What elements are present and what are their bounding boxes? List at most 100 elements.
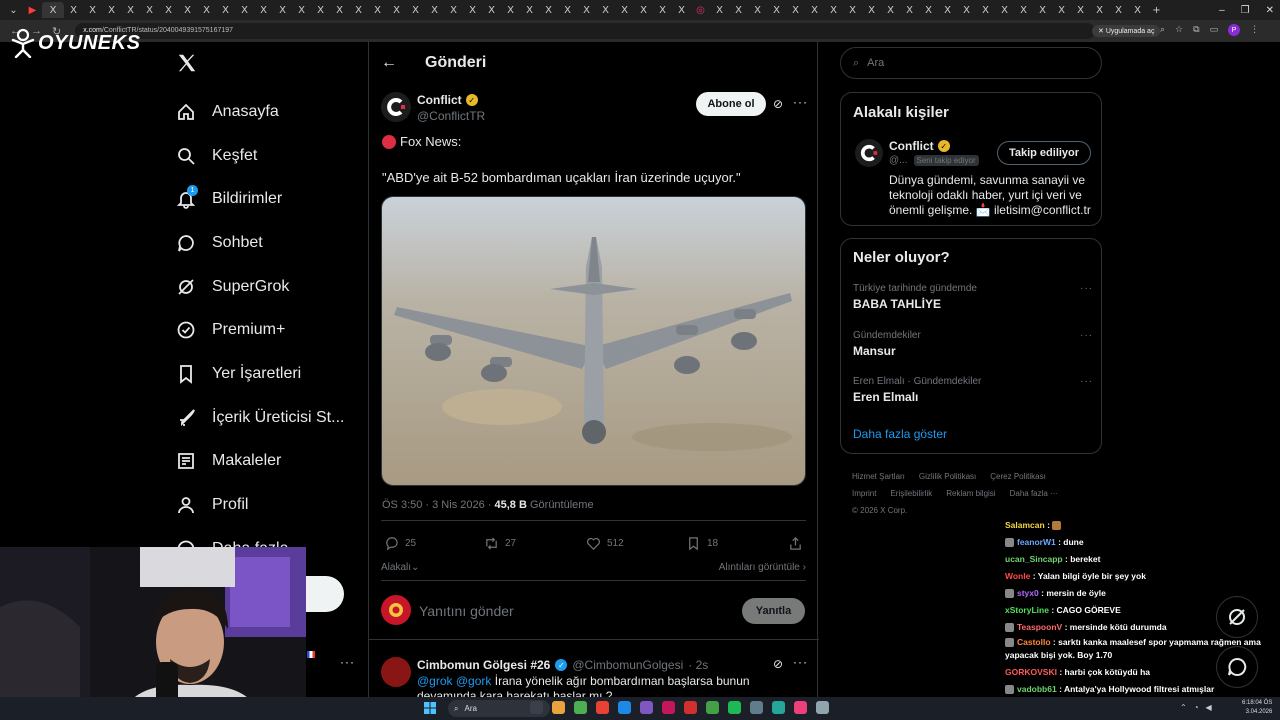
browser-tab[interactable]: X bbox=[463, 2, 482, 18]
zoom-icon[interactable]: ⌕ bbox=[1160, 24, 1165, 36]
browser-icon[interactable] bbox=[596, 701, 609, 714]
browser-tab[interactable]: X bbox=[824, 2, 843, 18]
browser-tab[interactable]: X bbox=[330, 2, 349, 18]
browser-tab[interactable]: X bbox=[976, 2, 995, 18]
browser-tab[interactable]: X bbox=[767, 2, 786, 18]
chrome-icon[interactable] bbox=[574, 701, 587, 714]
reply-input[interactable]: Yanıtını gönder bbox=[419, 603, 514, 619]
footer-link[interactable]: Imprint bbox=[852, 489, 876, 498]
browser-tab[interactable]: X bbox=[596, 2, 615, 18]
discord-icon[interactable] bbox=[640, 701, 653, 714]
sidebar-item-i-çerik-üreticisi-st-[interactable]: İçerik Üreticisi St... bbox=[176, 396, 344, 440]
grok-float-button[interactable] bbox=[1216, 596, 1258, 638]
browser-tab[interactable]: X bbox=[83, 2, 102, 18]
browser-tab[interactable]: X bbox=[938, 2, 957, 18]
network-icon[interactable]: ◔ bbox=[1194, 703, 1199, 712]
extensions-icon[interactable]: ⧉ bbox=[1193, 24, 1199, 36]
browser-tab[interactable]: X bbox=[653, 2, 672, 18]
browser-tab[interactable]: X bbox=[577, 2, 596, 18]
trend-item[interactable]: Eren Elmalı · Gündemdekiler Eren Elmalı ··… bbox=[853, 376, 1093, 404]
reply-action[interactable]: 25 bbox=[384, 536, 416, 551]
minimize-icon[interactable]: – bbox=[1219, 5, 1225, 16]
author-avatar[interactable] bbox=[381, 92, 411, 122]
open-in-app-button[interactable]: ✕ Uygulamada aç bbox=[1092, 25, 1161, 37]
new-tab-icon[interactable]: + bbox=[1147, 2, 1166, 18]
sidebar-item-makaleler[interactable]: Makaleler bbox=[176, 440, 344, 484]
browser-tab[interactable]: X bbox=[64, 2, 83, 18]
browser-tab[interactable]: X bbox=[919, 2, 938, 18]
sidebar-item-premium-[interactable]: Premium+ bbox=[176, 308, 344, 352]
grok-explain-icon[interactable]: ⊘ bbox=[773, 97, 783, 111]
app-icon[interactable] bbox=[816, 701, 829, 714]
browser-tab[interactable]: X bbox=[178, 2, 197, 18]
whatsapp-icon[interactable] bbox=[706, 701, 719, 714]
close-window-icon[interactable]: ✕ bbox=[1266, 5, 1274, 16]
browser-tab[interactable]: X bbox=[444, 2, 463, 18]
browser-tab[interactable]: ▶ bbox=[23, 2, 42, 18]
windows-start-icon[interactable] bbox=[424, 702, 436, 714]
browser-tab[interactable]: X bbox=[1033, 2, 1052, 18]
browser-tab[interactable]: X bbox=[254, 2, 273, 18]
browser-tab[interactable]: X bbox=[159, 2, 178, 18]
browser-tab[interactable]: X bbox=[216, 2, 235, 18]
browser-tab[interactable]: X bbox=[425, 2, 444, 18]
sidebar-toggle-icon[interactable]: ▭ bbox=[1210, 24, 1219, 36]
media-icon[interactable] bbox=[684, 701, 697, 714]
browser-tab[interactable]: X bbox=[1128, 2, 1147, 18]
profile-avatar[interactable]: P bbox=[1228, 24, 1241, 36]
back-arrow-icon[interactable]: ← bbox=[381, 54, 397, 72]
browser-tab[interactable]: X bbox=[368, 2, 387, 18]
sidebar-item-yer-i-şaretleri[interactable]: Yer İşaretleri bbox=[176, 352, 344, 396]
edge-icon[interactable] bbox=[618, 701, 631, 714]
browser-tab[interactable]: X bbox=[995, 2, 1014, 18]
browser-tab[interactable]: X bbox=[900, 2, 919, 18]
browser-tab[interactable]: X bbox=[235, 2, 254, 18]
browser-tab[interactable]: X bbox=[786, 2, 805, 18]
app-icon[interactable] bbox=[794, 701, 807, 714]
mention-link[interactable]: @gork bbox=[456, 674, 492, 688]
trend-item[interactable]: Gündemdekiler Mansur ··· bbox=[853, 330, 1093, 358]
more-options-icon[interactable]: ··· bbox=[793, 655, 808, 669]
sidebar-item-profil[interactable]: Profil bbox=[176, 483, 344, 527]
footer-link[interactable]: Reklam bilgisi bbox=[946, 489, 995, 498]
commenter-name[interactable]: Cimbomun Gölgesi #26 bbox=[417, 658, 550, 672]
browser-tab[interactable]: X bbox=[197, 2, 216, 18]
account-more-icon[interactable]: ··· bbox=[340, 655, 355, 669]
footer-link[interactable]: Erişilebilirlik bbox=[890, 489, 932, 498]
file-explorer-icon[interactable] bbox=[552, 701, 565, 714]
browser-tab[interactable]: X bbox=[42, 2, 64, 18]
trend-more-icon[interactable]: ··· bbox=[1080, 330, 1093, 341]
browser-tab[interactable]: X bbox=[273, 2, 292, 18]
more-options-icon[interactable]: ··· bbox=[793, 95, 808, 109]
author-handle[interactable]: @ConflictTR bbox=[417, 109, 485, 123]
browser-tab[interactable]: X bbox=[140, 2, 159, 18]
volume-icon[interactable]: ◀ bbox=[1206, 703, 1212, 712]
browser-tab[interactable]: X bbox=[615, 2, 634, 18]
browser-tab[interactable]: X bbox=[1071, 2, 1090, 18]
x-logo-icon[interactable] bbox=[176, 52, 198, 74]
grok-explain-icon[interactable]: ⊘ bbox=[773, 657, 783, 671]
repost-action[interactable]: 27 bbox=[484, 536, 516, 551]
like-action[interactable]: 512 bbox=[586, 536, 624, 551]
url-field[interactable]: x.com/ConflictTR/status/2040049391575167… bbox=[75, 23, 1096, 39]
search-input[interactable]: ⌕ Ara bbox=[840, 47, 1102, 79]
sidebar-item-keşfet[interactable]: Keşfet bbox=[176, 134, 344, 178]
share-action[interactable] bbox=[788, 536, 803, 551]
browser-tab[interactable]: X bbox=[539, 2, 558, 18]
browser-tab[interactable]: X bbox=[501, 2, 520, 18]
browser-tab[interactable]: X bbox=[1109, 2, 1128, 18]
messages-float-button[interactable] bbox=[1216, 646, 1258, 688]
commenter-avatar[interactable] bbox=[381, 657, 411, 687]
browser-tab[interactable]: X bbox=[862, 2, 881, 18]
following-button[interactable]: Takip ediliyor bbox=[997, 141, 1091, 165]
browser-tab[interactable]: X bbox=[634, 2, 653, 18]
browser-tab[interactable]: X bbox=[311, 2, 330, 18]
trend-more-icon[interactable]: ··· bbox=[1080, 283, 1093, 294]
sidebar-item-bildirimler[interactable]: 1 Bildirimler bbox=[176, 177, 344, 221]
trend-more-icon[interactable]: ··· bbox=[1080, 376, 1093, 387]
browser-tab[interactable]: X bbox=[748, 2, 767, 18]
author-name[interactable]: Conflict ✓ bbox=[417, 93, 478, 107]
steam-icon[interactable] bbox=[750, 701, 763, 714]
browser-tab[interactable]: X bbox=[292, 2, 311, 18]
footer-link[interactable]: Çerez Politikası bbox=[990, 472, 1046, 481]
